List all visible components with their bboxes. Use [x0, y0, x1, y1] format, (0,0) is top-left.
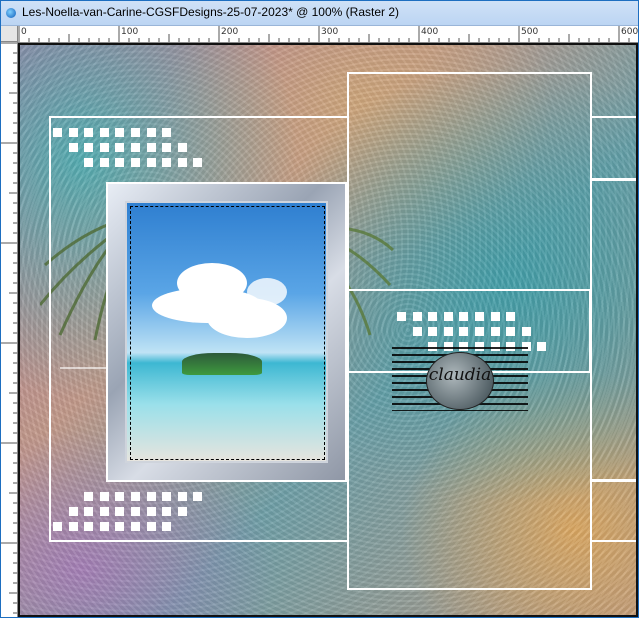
square-dot — [146, 143, 156, 152]
ruler-label-500: 500 — [521, 27, 539, 37]
image-window: Les-Noella-van-Carine-CGSFDesigns-25-07-… — [0, 0, 639, 618]
ruler-label-0: 0 — [21, 27, 27, 37]
square-dot — [397, 312, 406, 321]
square-dot — [443, 312, 453, 321]
square-dot — [115, 128, 125, 137]
selection-marquee[interactable] — [130, 206, 325, 460]
square-dot — [490, 327, 500, 336]
square-dot — [162, 158, 172, 167]
square-dot — [162, 143, 172, 152]
ruler-corner — [1, 26, 18, 42]
square-dot — [428, 327, 438, 336]
square-dot — [84, 158, 94, 167]
square-dot — [428, 312, 438, 321]
square-dot — [193, 492, 203, 501]
square-dot — [490, 312, 500, 321]
square-dot — [131, 507, 140, 516]
square-dot — [162, 128, 172, 137]
tropical-photo — [125, 201, 328, 463]
square-dot — [68, 507, 78, 516]
square-dot — [146, 507, 156, 516]
square-dot — [68, 128, 78, 137]
square-dot — [99, 507, 109, 516]
square-dot — [84, 522, 94, 531]
ruler-label-400: 400 — [421, 27, 439, 37]
square-dot — [84, 507, 94, 516]
square-dot — [146, 158, 156, 167]
square-dot — [99, 158, 109, 167]
ruler-label-600: 600 — [621, 27, 639, 37]
square-dot — [506, 312, 516, 321]
square-dot — [521, 327, 531, 336]
square-dot — [131, 128, 140, 137]
square-dot — [177, 143, 187, 152]
square-dot — [443, 327, 453, 336]
square-dot — [99, 492, 109, 501]
square-dot — [459, 327, 469, 336]
frame-edge-bottom — [590, 480, 636, 542]
square-dot — [537, 342, 547, 351]
square-dot — [53, 522, 62, 531]
square-dot — [506, 327, 516, 336]
window-title: Les-Noella-van-Carine-CGSFDesigns-25-07-… — [22, 5, 400, 19]
square-dot — [115, 507, 125, 516]
square-dot — [162, 492, 172, 501]
square-dot — [475, 327, 484, 336]
square-dot — [53, 128, 62, 137]
frame-edge-top — [590, 116, 636, 180]
frame-edge-middle — [590, 179, 636, 481]
ruler-label-300: 300 — [321, 27, 339, 37]
square-dot — [162, 522, 172, 531]
square-dot — [131, 143, 140, 152]
square-dot — [146, 492, 156, 501]
ruler-label-200: 200 — [221, 27, 239, 37]
vertical-ruler[interactable] — [1, 42, 18, 617]
square-dot — [84, 128, 94, 137]
image-canvas[interactable]: claudia — [20, 45, 636, 615]
watermark: claudia — [392, 347, 528, 411]
square-dot — [412, 327, 422, 336]
square-dot — [84, 143, 94, 152]
square-dot — [146, 128, 156, 137]
square-dot — [131, 492, 140, 501]
square-dot — [115, 158, 125, 167]
square-dot — [475, 312, 484, 321]
square-dot — [68, 143, 78, 152]
square-dot — [131, 522, 140, 531]
photo-frame — [106, 182, 347, 482]
square-dot — [99, 128, 109, 137]
ruler-label-100: 100 — [121, 27, 139, 37]
ruler-ticks-v — [1, 42, 17, 614]
horizontal-ruler[interactable]: 0 100 200 300 400 500 600 — [18, 26, 638, 43]
square-dot — [99, 522, 109, 531]
app-icon — [6, 8, 16, 18]
square-dot — [193, 158, 203, 167]
square-dot — [115, 143, 125, 152]
square-dot — [115, 522, 125, 531]
title-bar[interactable]: Les-Noella-van-Carine-CGSFDesigns-25-07-… — [1, 1, 638, 26]
square-dot — [162, 507, 172, 516]
square-dot — [412, 312, 422, 321]
square-dot — [99, 143, 109, 152]
square-dot — [146, 522, 156, 531]
square-dot — [115, 492, 125, 501]
square-dot — [68, 522, 78, 531]
square-dot — [177, 507, 187, 516]
square-dot — [177, 158, 187, 167]
square-dot — [131, 158, 140, 167]
square-dot — [177, 492, 187, 501]
square-dot — [459, 312, 469, 321]
watermark-text: claudia — [428, 365, 492, 385]
square-dot — [84, 492, 94, 501]
